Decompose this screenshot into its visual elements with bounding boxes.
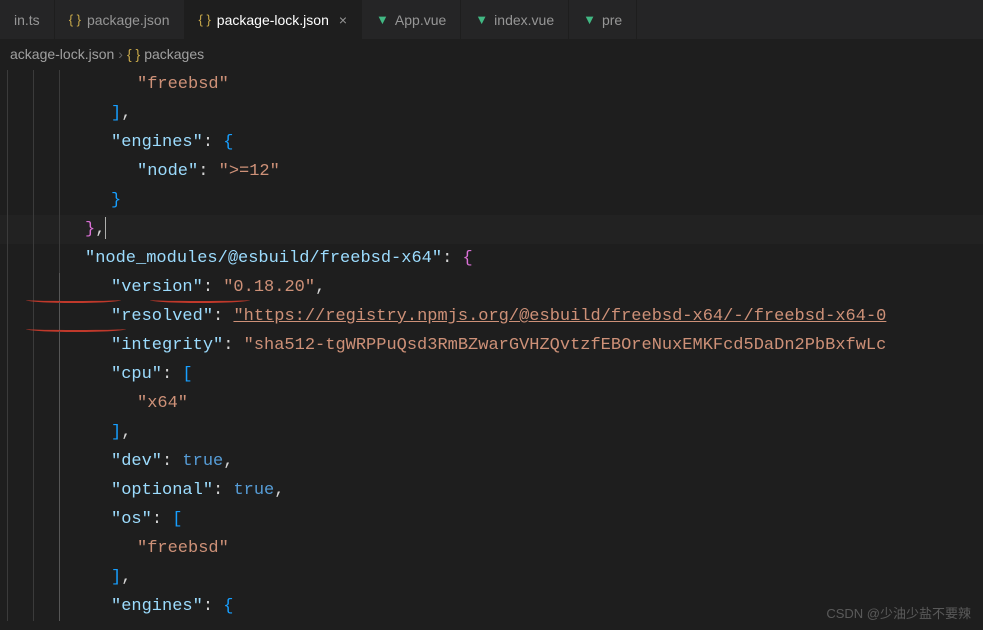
vue-icon: ▼: [583, 12, 596, 27]
code-token: :: [213, 481, 223, 500]
json-icon: { }: [69, 12, 81, 27]
tab-in-ts[interactable]: in.ts: [0, 0, 55, 39]
code-token: "node": [137, 162, 198, 181]
text-cursor: [105, 217, 106, 239]
chevron-right-icon: ›: [118, 46, 123, 62]
vue-icon: ▼: [376, 12, 389, 27]
breadcrumb-symbol[interactable]: packages: [144, 46, 204, 62]
tab-label: package-lock.json: [217, 12, 329, 28]
code-token: ">=12": [219, 162, 280, 181]
breadcrumb-file[interactable]: ackage-lock.json: [10, 46, 114, 62]
vue-icon: ▼: [475, 12, 488, 27]
code-token: "freebsd": [137, 539, 229, 558]
close-icon[interactable]: ×: [339, 12, 347, 28]
code-token: "dev": [111, 452, 162, 471]
code-token: ]: [111, 104, 121, 123]
code-token: "optional": [111, 481, 213, 500]
code-token: :: [213, 307, 223, 326]
code-editor[interactable]: "freebsd" ], "engines": { "node": ">=12"…: [0, 68, 983, 621]
code-token: true: [182, 452, 223, 471]
code-token: true: [233, 481, 274, 500]
code-token: "integrity": [111, 336, 223, 355]
code-token: ,: [121, 104, 131, 123]
code-token: "version": [111, 278, 203, 297]
code-token: "cpu": [111, 365, 162, 384]
code-token: :: [203, 597, 213, 616]
tab-pre[interactable]: ▼ pre: [569, 0, 637, 39]
code-token: :: [162, 365, 172, 384]
code-token: ,: [121, 423, 131, 442]
code-token: [: [182, 365, 192, 384]
code-token: :: [198, 162, 208, 181]
code-token: "0.18.20": [223, 278, 315, 297]
code-token: "x64": [137, 394, 188, 413]
tab-app-vue[interactable]: ▼ App.vue: [362, 0, 461, 39]
code-token: ]: [111, 423, 121, 442]
code-token: "node_modules/@esbuild/freebsd-x64": [85, 249, 442, 268]
code-token: :: [223, 336, 233, 355]
symbol-icon: { }: [127, 46, 140, 62]
tab-label: App.vue: [395, 12, 446, 28]
tab-package-json[interactable]: { } package.json: [55, 0, 185, 39]
code-token: ,: [223, 452, 233, 471]
code-token: :: [162, 452, 172, 471]
tab-index-vue[interactable]: ▼ index.vue: [461, 0, 569, 39]
tab-package-lock-json[interactable]: { } package-lock.json ×: [185, 0, 363, 39]
code-token: "engines": [111, 597, 203, 616]
tab-bar: in.ts { } package.json { } package-lock.…: [0, 0, 983, 40]
code-token: ]: [111, 568, 121, 587]
code-token: ,: [95, 220, 105, 239]
code-token: :: [442, 249, 452, 268]
code-token: "resolved": [111, 307, 213, 326]
code-token: :: [152, 510, 162, 529]
code-token: :: [203, 278, 213, 297]
code-token: {: [223, 597, 233, 616]
tab-label: in.ts: [14, 12, 40, 28]
code-token: "sha512-tgWRPPuQsd3RmBZwarGVHZQvtzfEBOre…: [244, 336, 887, 355]
breadcrumb: ackage-lock.json › { } packages: [0, 40, 983, 68]
code-token: ,: [121, 568, 131, 587]
code-token: }: [111, 191, 121, 210]
tab-label: pre: [602, 12, 622, 28]
code-token: "engines": [111, 133, 203, 152]
tab-label: index.vue: [494, 12, 554, 28]
code-token: :: [203, 133, 213, 152]
code-token: }: [85, 220, 95, 239]
code-token: ,: [274, 481, 284, 500]
code-token: {: [462, 249, 472, 268]
code-token: [: [172, 510, 182, 529]
code-token: {: [223, 133, 233, 152]
code-token: ,: [315, 278, 325, 297]
json-icon: { }: [199, 12, 211, 27]
tab-label: package.json: [87, 12, 170, 28]
code-token: "freebsd": [137, 75, 229, 94]
code-token: "os": [111, 510, 152, 529]
code-token[interactable]: "https://registry.npmjs.org/@esbuild/fre…: [233, 307, 886, 326]
